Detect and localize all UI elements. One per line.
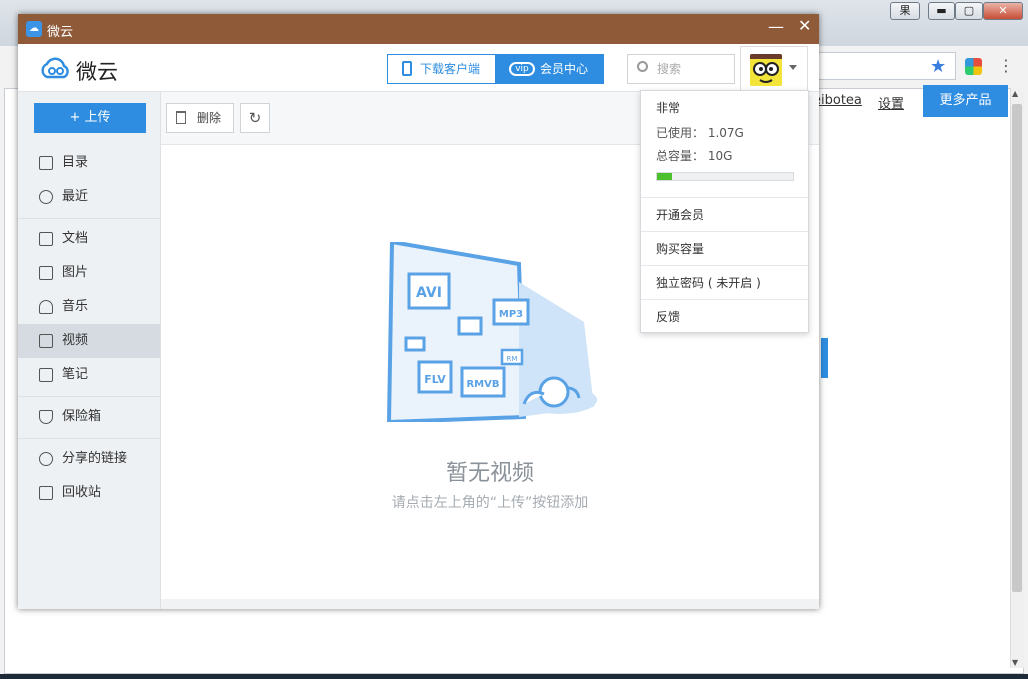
format-label: RMVB (466, 379, 499, 390)
document-icon (39, 232, 53, 246)
format-label: RM (507, 355, 518, 363)
sidebar-item-label: 音乐 (62, 299, 89, 314)
cloud-app-icon: ☁ (26, 21, 42, 37)
music-icon (39, 300, 53, 314)
storage-total: 总容量： 10G (656, 149, 733, 163)
menu-item-open-vip[interactable]: 开通会员 (656, 206, 704, 223)
sidebar-item-images[interactable]: 图片 (18, 256, 160, 290)
sidebar-item-music[interactable]: 音乐 (18, 290, 160, 324)
window-extra-button[interactable]: 果 (890, 2, 920, 20)
image-icon (39, 266, 53, 280)
sidebar-item-recycle-bin[interactable]: 回收站 (18, 476, 160, 510)
trash-icon (39, 486, 53, 500)
title-bar[interactable]: ☁ 微云 — ✕ (18, 14, 819, 44)
extension-icon[interactable] (965, 58, 982, 75)
vip-icon: vip (509, 62, 535, 76)
page-side-tab[interactable] (821, 338, 828, 378)
sidebar-item-notes[interactable]: 笔记 (18, 358, 160, 392)
sidebar-item-label: 最近 (62, 189, 89, 204)
list-icon (39, 156, 53, 170)
account-username: 非常 (656, 101, 681, 115)
storage-used: 已使用： 1.07G (656, 126, 744, 140)
sidebar-item-safe[interactable]: 保险箱 (18, 400, 160, 434)
storage-progress-fill (657, 173, 672, 180)
video-icon (39, 334, 53, 348)
sidebar-item-label: 图片 (62, 265, 89, 280)
close-button[interactable]: ✕ (798, 16, 811, 35)
shield-icon (39, 410, 53, 424)
clock-icon (39, 190, 53, 204)
sidebar-item-recent[interactable]: 最近 (18, 180, 160, 214)
sidebar-item-label: 文档 (62, 231, 89, 246)
window-close-button[interactable]: ✕ (983, 2, 1023, 20)
browser-menu-icon[interactable]: ⋮ (998, 56, 1014, 75)
chevron-down-icon[interactable] (789, 65, 797, 70)
scrollbar-thumb[interactable] (1012, 104, 1022, 592)
sidebar-item-video[interactable]: 视频 (18, 324, 160, 358)
star-icon[interactable]: ★ (930, 56, 946, 77)
more-products-button[interactable]: 更多产品 (923, 85, 1008, 117)
window-minimize-button[interactable]: ▬ (928, 2, 955, 20)
scroll-down-arrow-icon[interactable]: ▼ (1012, 658, 1018, 667)
phone-icon (402, 61, 412, 76)
sidebar-item-shared-links[interactable]: 分享的链接 (18, 442, 160, 476)
menu-divider (641, 231, 808, 232)
refresh-button[interactable]: ↻ (240, 103, 270, 133)
sidebar-item-label: 笔记 (62, 367, 89, 382)
empty-video-illustration: AVI MP3 RM FLV RMVB (386, 242, 597, 422)
menu-item-standalone-password[interactable]: 独立密码 ( 未开启 ) (656, 274, 761, 291)
scroll-up-arrow-icon[interactable]: ▲ (1012, 89, 1018, 98)
sidebar-item-label: 目录 (62, 155, 89, 170)
footer-strip (161, 599, 819, 609)
menu-item-feedback[interactable]: 反馈 (656, 308, 680, 325)
empty-state-title: 暂无视频 (445, 461, 534, 486)
page-link-weibo[interactable]: eibotea (813, 93, 862, 108)
page-link-settings[interactable]: 设置 (878, 93, 904, 112)
taskbar-edge (0, 674, 1028, 679)
sidebar-item-directory[interactable]: 目录 (18, 146, 160, 180)
avatar[interactable] (750, 54, 782, 86)
cloud-logo-icon (41, 57, 69, 79)
note-icon (39, 368, 53, 382)
menu-item-buy-storage[interactable]: 购买容量 (656, 240, 704, 257)
sidebar: + 上传 目录 最近 文档 图片 音乐 视频 笔记 保险箱 分享的链接 回收站 (18, 92, 161, 609)
app-header: 微云 下载客户端 会员中心 vip 搜索 (18, 44, 819, 93)
trash-icon (176, 111, 186, 124)
sidebar-divider (18, 438, 160, 439)
format-label: MP3 (499, 309, 523, 320)
sidebar-item-documents[interactable]: 文档 (18, 222, 160, 256)
window-title: 微云 (47, 25, 74, 40)
storage-progress-bar (656, 172, 794, 181)
sidebar-item-label: 回收站 (62, 485, 102, 500)
account-dropdown: 非常 已使用： 1.07G 总容量： 10G 开通会员 购买容量 独立密码 ( … (640, 90, 809, 333)
menu-divider (641, 299, 808, 300)
menu-divider (641, 265, 808, 266)
format-label: FLV (424, 373, 446, 386)
sidebar-divider (18, 396, 160, 397)
search-icon (637, 61, 648, 72)
search-placeholder: 搜索 (657, 62, 682, 76)
menu-divider (641, 197, 808, 198)
minimize-button[interactable]: — (768, 17, 784, 36)
logo-text: 微云 (76, 60, 118, 84)
sidebar-divider (18, 218, 160, 219)
sidebar-item-label: 视频 (62, 333, 89, 348)
link-icon (39, 452, 53, 466)
sidebar-item-label: 保险箱 (62, 409, 102, 424)
empty-state-hint: 请点击左上角的“上传”按钮添加 (391, 495, 589, 511)
window-maximize-button[interactable]: ▢ (955, 2, 983, 20)
upload-button[interactable]: + 上传 (34, 103, 146, 133)
sidebar-item-label: 分享的链接 (62, 451, 128, 466)
format-label: AVI (416, 285, 442, 301)
